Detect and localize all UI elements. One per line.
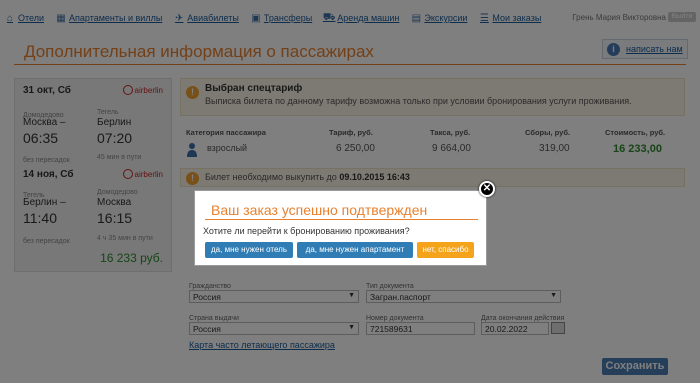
close-icon[interactable]: ✕ — [479, 181, 495, 197]
need-hotel-button[interactable]: да, мне нужен отель — [205, 242, 293, 258]
need-apartment-button[interactable]: да, мне нужен апартамент — [297, 242, 413, 258]
modal-title: Ваш заказ успешно подтвержден — [211, 202, 428, 218]
modal-question: Хотите ли перейти к бронированию прожива… — [203, 226, 410, 236]
modal-divider — [205, 219, 478, 220]
no-thanks-button[interactable]: нет, спасибо — [417, 242, 474, 258]
confirmation-modal: Ваш заказ успешно подтвержден Хотите ли … — [194, 190, 487, 266]
